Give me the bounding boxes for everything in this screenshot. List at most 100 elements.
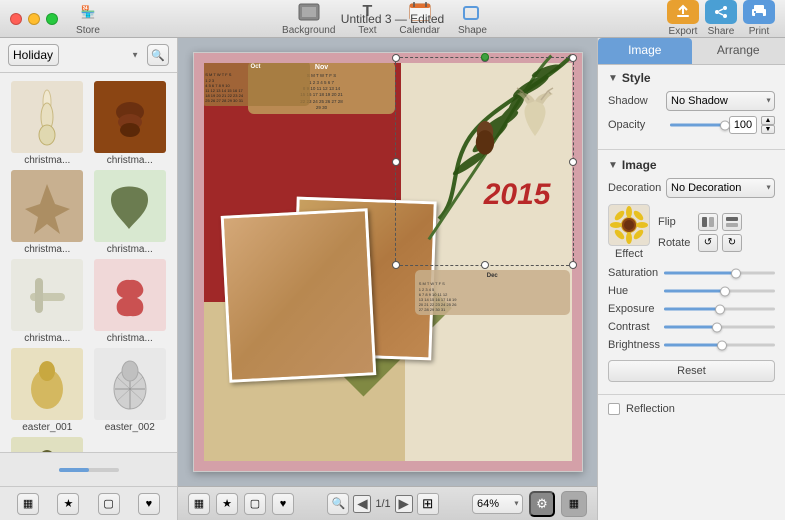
category-select-wrapper: Holiday ▼ (8, 44, 143, 66)
heart-button[interactable]: ♥ (138, 493, 160, 515)
favorites-button[interactable]: ★ (57, 493, 79, 515)
effect-thumbnail (608, 204, 650, 246)
item-label: christma... (107, 155, 153, 166)
star-icon-button[interactable]: ★ (216, 493, 238, 515)
item-thumbnail (94, 348, 166, 420)
square-icon-button[interactable]: ▢ (244, 493, 266, 515)
hue-slider[interactable] (664, 284, 775, 298)
list-item[interactable]: easter_002 (91, 348, 170, 433)
shadow-row: Shadow No Shadow Drop Shadow Contact Sha… (608, 91, 775, 111)
square-button[interactable]: ▢ (98, 493, 120, 515)
scroll-indicator (59, 468, 119, 472)
opacity-slider[interactable] (670, 118, 725, 132)
next-page-button[interactable]: ▶ (395, 495, 413, 513)
gear-button[interactable]: ⚙ (529, 491, 555, 517)
opacity-stepper: ▲ ▼ (761, 116, 775, 134)
grid-icon-button[interactable]: ▦ (188, 493, 210, 515)
list-item[interactable]: easter_003 (8, 437, 87, 452)
exposure-row: Exposure (608, 302, 775, 316)
list-item[interactable]: christma... (91, 170, 170, 255)
opacity-input[interactable]: 100 (729, 116, 757, 134)
grid-view-button[interactable]: ▦ (17, 493, 39, 515)
tab-arrange[interactable]: Arrange (692, 38, 785, 64)
saturation-slider[interactable] (664, 266, 775, 280)
list-item[interactable]: christma... (91, 259, 170, 344)
list-item[interactable]: christma... (91, 81, 170, 166)
background-tool[interactable]: Background (282, 1, 335, 36)
rotate-ccw-button[interactable]: ↺ (698, 234, 718, 252)
search-button[interactable]: 🔍 (147, 44, 169, 66)
item-thumbnail (94, 259, 166, 331)
brightness-slider[interactable] (664, 338, 775, 352)
titlebar: 🏪 Store Untitled 3 — Edited Background T… (0, 0, 785, 38)
effect-container: Effect (608, 204, 650, 260)
layout-button[interactable]: ▦ (561, 491, 587, 517)
item-thumbnail (11, 348, 83, 420)
store-button[interactable]: 🏪 Store (74, 1, 102, 36)
sidebar-header: Holiday ▼ 🔍 (0, 38, 177, 73)
item-label: christma... (107, 333, 153, 344)
pages-view-button[interactable]: ⊞ (417, 493, 439, 515)
image-toggle[interactable]: ▼ (608, 160, 618, 171)
rotate-cw-button[interactable]: ↻ (722, 234, 742, 252)
sidebar-bottom (0, 452, 177, 486)
share-icon (705, 0, 737, 24)
style-section-header: ▼ Style (608, 71, 775, 85)
search-icon: 🔍 (151, 49, 165, 62)
item-thumbnail (11, 81, 83, 153)
list-item[interactable]: christma... (8, 259, 87, 344)
decoration-select[interactable]: No Decoration Rounded Circle (666, 178, 775, 198)
image-section-header: ▼ Image (608, 158, 775, 172)
background-icon (295, 1, 323, 23)
exposure-slider[interactable] (664, 302, 775, 316)
maximize-button[interactable] (46, 13, 58, 25)
heart-icon-button[interactable]: ♥ (272, 493, 294, 515)
zoom-arrow-icon: ▼ (513, 500, 520, 507)
export-button[interactable]: Export (667, 0, 699, 37)
effect-label: Effect (615, 248, 643, 260)
list-item[interactable]: easter_001 (8, 348, 87, 433)
canvas[interactable]: Nov S M T W T F S 1 2 3 4 5 6 7 8 9 10 1… (193, 52, 583, 472)
select-arrow-icon: ▼ (131, 51, 139, 60)
adjustment-sliders: Saturation Hue (608, 266, 775, 352)
image-section: ▼ Image Decoration No Decoration Rounded… (598, 154, 785, 390)
list-item[interactable]: christma... (8, 170, 87, 255)
prev-page-button[interactable]: ◀ (353, 495, 371, 513)
contrast-slider[interactable] (664, 320, 775, 334)
image-title: Image (622, 158, 657, 172)
canvas-content[interactable]: Nov S M T W T F S 1 2 3 4 5 6 7 8 9 10 1… (178, 38, 597, 486)
opacity-label: Opacity (608, 119, 666, 131)
right-panel: Image Arrange ▼ Style Shadow No Shadow D… (597, 38, 785, 520)
reset-button[interactable]: Reset (608, 360, 775, 382)
magnify-button[interactable]: 🔍 (327, 493, 349, 515)
opacity-increment[interactable]: ▲ (761, 116, 775, 125)
flip-horizontal-button[interactable] (698, 213, 718, 231)
shape-tool[interactable]: Shape (458, 1, 487, 36)
category-select[interactable]: Holiday (8, 44, 59, 66)
contrast-label: Contrast (608, 321, 660, 333)
flip-vertical-button[interactable] (722, 213, 742, 231)
shadow-select[interactable]: No Shadow Drop Shadow Contact Shadow (666, 91, 775, 111)
shadow-select-arrow: ▼ (765, 98, 772, 105)
decoration-select-arrow: ▼ (765, 185, 772, 192)
opacity-decrement[interactable]: ▼ (761, 125, 775, 134)
share-button[interactable]: Share (705, 0, 737, 37)
style-toggle[interactable]: ▼ (608, 73, 618, 84)
close-button[interactable] (10, 13, 22, 25)
divider-2 (598, 394, 785, 395)
decoration-row: Decoration No Decoration Rounded Circle … (608, 178, 775, 198)
window-title: Untitled 3 — Edited (341, 12, 444, 26)
hue-label: Hue (608, 285, 660, 297)
saturation-label: Saturation (608, 267, 660, 279)
tab-image[interactable]: Image (598, 38, 692, 64)
list-item[interactable]: christma... (8, 81, 87, 166)
rotate-label: Rotate (658, 237, 694, 249)
item-thumbnail (94, 170, 166, 242)
hue-row: Hue (608, 284, 775, 298)
shape-icon (458, 1, 486, 23)
reflection-checkbox[interactable] (608, 403, 620, 415)
minimize-button[interactable] (28, 13, 40, 25)
flip-label: Flip (658, 216, 694, 228)
print-button[interactable]: Print (743, 0, 775, 37)
store-icon: 🏪 (74, 1, 102, 23)
